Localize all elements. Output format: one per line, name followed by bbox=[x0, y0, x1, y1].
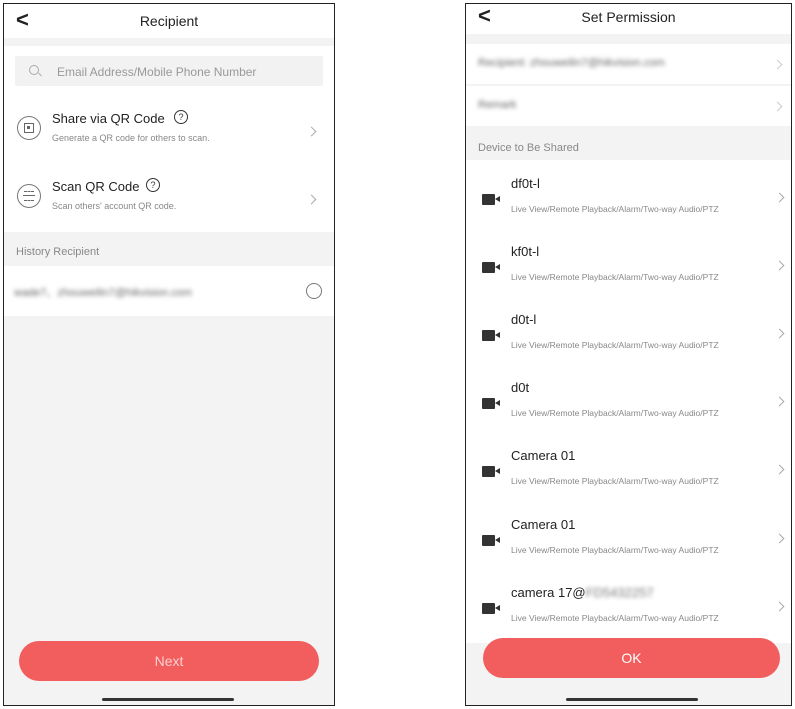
recipient-options-panel: Email Address/Mobile Phone Number Share … bbox=[4, 46, 334, 232]
recipient-value: Recipient: zhouweilin7@hikvision.com bbox=[478, 57, 665, 69]
chevron-right-icon bbox=[306, 194, 317, 205]
camera-icon bbox=[482, 194, 500, 205]
device-permissions: Live View/Remote Playback/Alarm/Two-way … bbox=[511, 272, 719, 282]
ok-button[interactable]: OK bbox=[483, 638, 780, 678]
search-input[interactable]: Email Address/Mobile Phone Number bbox=[15, 56, 323, 86]
scan-qr-subtitle: Scan others' account QR code. bbox=[52, 201, 177, 211]
chevron-right-icon bbox=[774, 328, 785, 339]
page-title: Set Permission bbox=[581, 9, 676, 25]
remark-row[interactable]: Remark bbox=[466, 86, 791, 126]
camera-icon bbox=[482, 603, 500, 614]
help-icon[interactable]: ? bbox=[146, 178, 160, 192]
device-item[interactable]: d0t Live View/Remote Playback/Alarm/Two-… bbox=[466, 370, 791, 438]
device-item[interactable]: Camera 01 Live View/Remote Playback/Alar… bbox=[466, 438, 791, 506]
set-permission-screen: < Set Permission Recipient: zhouweilin7@… bbox=[465, 3, 792, 706]
share-qr-subtitle: Generate a QR code for others to scan. bbox=[52, 133, 210, 143]
recipient-header: < Recipient bbox=[4, 4, 334, 38]
device-permissions: Live View/Remote Playback/Alarm/Two-way … bbox=[511, 613, 719, 623]
chevron-right-icon bbox=[772, 59, 783, 70]
remark-label: Remark bbox=[478, 99, 517, 111]
home-indicator bbox=[566, 698, 698, 701]
history-recipient-item[interactable]: wade7、zhouweilin7@hikvision.com bbox=[4, 266, 334, 316]
device-permissions: Live View/Remote Playback/Alarm/Two-way … bbox=[511, 340, 719, 350]
device-name: camera 17@FD5432257 bbox=[511, 585, 654, 600]
device-name: kf0t-l bbox=[511, 244, 540, 259]
home-indicator bbox=[102, 698, 234, 701]
device-permissions: Live View/Remote Playback/Alarm/Two-way … bbox=[511, 408, 719, 418]
share-via-qr-code-option[interactable]: Share via QR Code ? Generate a QR code f… bbox=[4, 100, 334, 160]
device-item[interactable]: kf0t-l Live View/Remote Playback/Alarm/T… bbox=[466, 234, 791, 302]
recipient-row[interactable]: Recipient: zhouweilin7@hikvision.com bbox=[466, 44, 791, 84]
permission-header: < Set Permission bbox=[466, 4, 791, 34]
chevron-right-icon bbox=[774, 396, 785, 407]
camera-icon bbox=[482, 398, 500, 409]
help-icon[interactable]: ? bbox=[174, 110, 188, 124]
search-placeholder: Email Address/Mobile Phone Number bbox=[57, 65, 257, 79]
device-item[interactable]: camera 17@FD5432257 Live View/Remote Pla… bbox=[466, 575, 791, 643]
device-name: d0t-l bbox=[511, 312, 537, 327]
device-name: Camera 01 bbox=[511, 517, 576, 532]
device-permissions: Live View/Remote Playback/Alarm/Two-way … bbox=[511, 476, 719, 486]
chevron-right-icon bbox=[774, 533, 785, 544]
device-item[interactable]: df0t-l Live View/Remote Playback/Alarm/T… bbox=[466, 166, 791, 234]
devices-to-share-label: Device to Be Shared bbox=[478, 142, 579, 154]
camera-icon bbox=[482, 330, 500, 341]
qr-code-icon bbox=[17, 116, 41, 140]
chevron-right-icon bbox=[774, 192, 785, 203]
scan-icon bbox=[17, 184, 41, 208]
chevron-right-icon bbox=[774, 464, 785, 475]
device-name: df0t-l bbox=[511, 176, 540, 191]
chevron-right-icon bbox=[774, 601, 785, 612]
device-permissions: Live View/Remote Playback/Alarm/Two-way … bbox=[511, 204, 719, 214]
history-recipient-label: History Recipient bbox=[16, 246, 100, 258]
chevron-right-icon bbox=[774, 260, 785, 271]
device-name: d0t bbox=[511, 380, 530, 395]
scan-qr-title: Scan QR Code ? bbox=[52, 178, 160, 194]
share-qr-title: Share via QR Code ? bbox=[52, 110, 188, 126]
device-item[interactable]: Camera 01 Live View/Remote Playback/Alar… bbox=[466, 507, 791, 575]
page-title: Recipient bbox=[139, 13, 199, 29]
scan-qr-code-option[interactable]: Scan QR Code ? Scan others' account QR c… bbox=[4, 168, 334, 228]
camera-icon bbox=[482, 535, 500, 546]
camera-icon bbox=[482, 466, 500, 477]
next-button[interactable]: Next bbox=[19, 641, 319, 681]
recipient-screen: < Recipient Email Address/Mobile Phone N… bbox=[3, 3, 335, 706]
device-permissions: Live View/Remote Playback/Alarm/Two-way … bbox=[511, 545, 719, 555]
chevron-right-icon bbox=[306, 126, 317, 137]
select-radio[interactable] bbox=[306, 283, 322, 299]
camera-icon bbox=[482, 262, 500, 273]
history-recipient-text: wade7、zhouweilin7@hikvision.com bbox=[14, 287, 193, 299]
chevron-right-icon bbox=[772, 101, 783, 112]
device-item[interactable]: d0t-l Live View/Remote Playback/Alarm/Tw… bbox=[466, 302, 791, 370]
search-icon bbox=[29, 65, 39, 75]
device-name: Camera 01 bbox=[511, 448, 576, 463]
